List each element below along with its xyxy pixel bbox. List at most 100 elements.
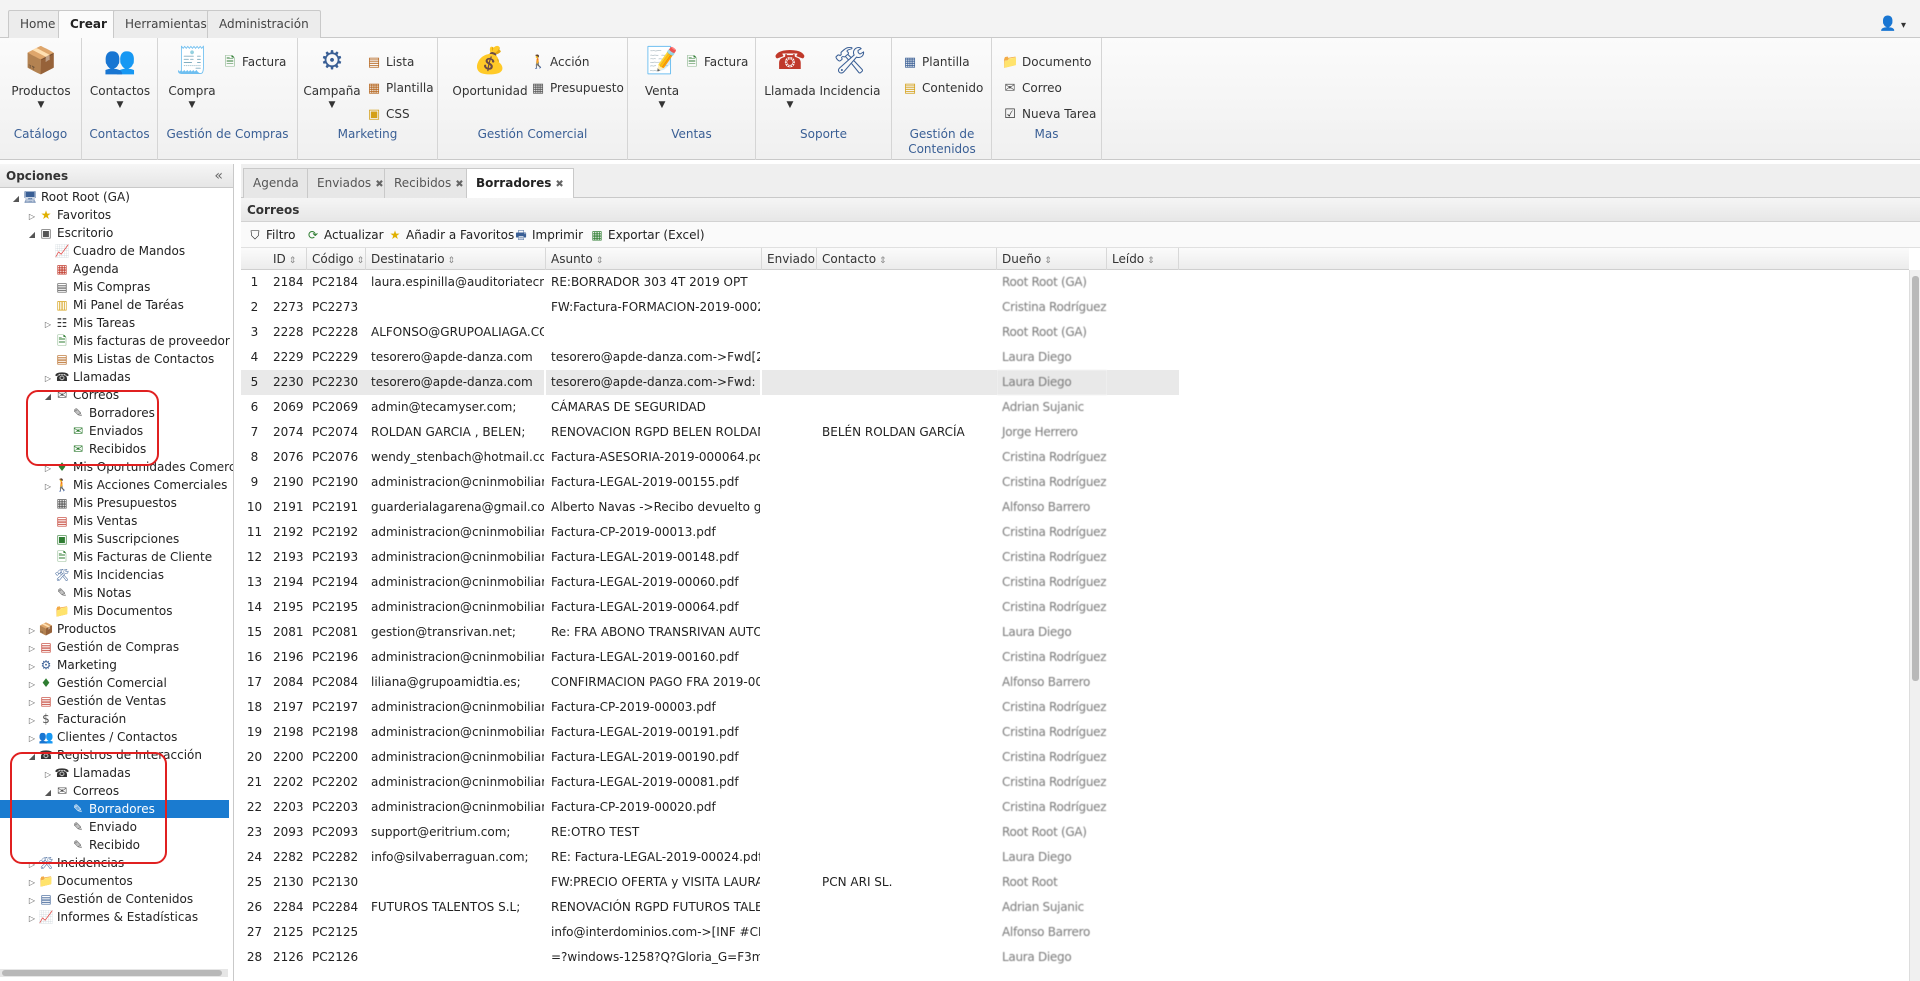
- tree-node[interactable]: ▷ ▤ Gestión de Ventas: [26, 692, 166, 710]
- contactos-button[interactable]: 👥 Contactos ▼: [88, 44, 152, 110]
- column-header-dueno[interactable]: Dueño ⇕: [997, 248, 1107, 270]
- tree-node[interactable]: ▷ 👥 Clientes / Contactos: [26, 728, 177, 746]
- table-row[interactable]: 8 2076 PC2076 wendy_stenbach@hotmail.com; Fa…: [241, 445, 1909, 470]
- table-row[interactable]: 15 2081 PC2081 gestion@transrivan.net; Re: F…: [241, 620, 1909, 645]
- incidencia-button[interactable]: 🛠 Incidencia: [818, 44, 882, 98]
- user-menu-button[interactable]: 👤 ▾: [1879, 16, 1906, 32]
- table-row[interactable]: 24 2282 PC2282 info@silvaberraguan.com; RE: …: [241, 845, 1909, 870]
- tree-node[interactable]: ▷ $ Facturación: [26, 710, 126, 728]
- ribbon-tab-crear[interactable]: Crear: [58, 10, 119, 39]
- horizontal-scrollbar[interactable]: [0, 969, 228, 977]
- tree-collapse-icon[interactable]: ◢: [10, 190, 22, 208]
- tab-borradores[interactable]: Borradores ✖: [466, 168, 574, 199]
- table-row[interactable]: 21 2202 PC2202 administracion@cninmobiliari…: [241, 770, 1909, 795]
- tree-node[interactable]: ✎ Borradores: [0, 800, 229, 818]
- llamada-button[interactable]: ☎ Llamada ▼: [758, 44, 822, 110]
- table-row[interactable]: 18 2197 PC2197 administracion@cninmobiliari…: [241, 695, 1909, 720]
- tree-node[interactable]: 🗎 Mis facturas de proveedor: [42, 332, 230, 350]
- tree-node[interactable]: ▷ ☎ Llamadas: [42, 368, 131, 386]
- tree-node[interactable]: ▤ Mis Listas de Contactos: [42, 350, 214, 368]
- add-favorites-button[interactable]: ★ Añadir a Favoritos: [387, 225, 515, 245]
- tree-node[interactable]: ▷ 🛠 Incidencias: [26, 854, 124, 872]
- correo-button[interactable]: ✉ Correo: [1002, 78, 1062, 98]
- table-row[interactable]: 2 2273 PC2273 FW:Factura-FORMACION-2019-000…: [241, 295, 1909, 320]
- table-row[interactable]: 22 2203 PC2203 administracion@cninmobiliari…: [241, 795, 1909, 820]
- lista-button[interactable]: ▤ Lista: [366, 52, 415, 72]
- tree-node[interactable]: ◢ ✉ Correos: [42, 386, 119, 404]
- close-tab-icon[interactable]: ✖: [455, 179, 463, 190]
- factura-compra-button[interactable]: 🗎 Factura: [222, 52, 287, 72]
- tree-node[interactable]: 🗎 Mis Facturas de Cliente: [42, 548, 212, 566]
- table-row[interactable]: 10 2191 PC2191 guarderialagarena@gmail.com;…: [241, 495, 1909, 520]
- table-row[interactable]: 23 2093 PC2093 support@eritrium.com; RE:OTRO…: [241, 820, 1909, 845]
- table-row[interactable]: 3 2228 PC2228 ALFONSO@GRUPOALIAGA.COM; Root …: [241, 320, 1909, 345]
- tree-node[interactable]: ▷ 📦 Productos: [26, 620, 116, 638]
- tree-node[interactable]: ▤ Mis Compras: [42, 278, 150, 296]
- tree-node[interactable]: ▦ Agenda: [42, 260, 118, 278]
- tree-node[interactable]: ◢ 🖥 Root Root (GA): [10, 188, 130, 206]
- oportunidad-button[interactable]: 💰 Oportunidad: [452, 44, 528, 98]
- contenido-button[interactable]: ▤ Contenido: [902, 78, 983, 98]
- table-row[interactable]: 20 2200 PC2200 administracion@cninmobiliari…: [241, 745, 1909, 770]
- tab-enviados[interactable]: Enviados ✖: [307, 168, 394, 198]
- tree-node[interactable]: ▷ ☷ Mis Tareas: [42, 314, 135, 332]
- tree-node[interactable]: ▷ 📁 Documentos: [26, 872, 133, 890]
- tree-node[interactable]: 📈 Cuadro de Mandos: [42, 242, 186, 260]
- tree-node[interactable]: ✉ Recibidos: [58, 440, 146, 458]
- scrollbar-thumb[interactable]: [2, 970, 222, 976]
- tree-node[interactable]: ▷ ★ Favoritos: [26, 206, 111, 224]
- table-row[interactable]: 14 2195 PC2195 administracion@cninmobiliari…: [241, 595, 1909, 620]
- tree-node[interactable]: ▦ Mis Presupuestos: [42, 494, 177, 512]
- table-row[interactable]: 7 2074 PC2074 ROLDAN GARCIA , BELEN; RENOVAC…: [241, 420, 1909, 445]
- productos-button[interactable]: 📦 Productos ▼: [9, 44, 73, 110]
- plantilla-contenido-button[interactable]: ▦ Plantilla: [902, 52, 970, 72]
- table-row[interactable]: 12 2193 PC2193 administracion@cninmobiliari…: [241, 545, 1909, 570]
- nueva-tarea-button[interactable]: ☑ Nueva Tarea: [1002, 104, 1096, 124]
- tree-collapse-icon[interactable]: ◢: [26, 226, 38, 244]
- refresh-button[interactable]: ⟳ Actualizar: [305, 225, 384, 245]
- tree-node[interactable]: ✎ Mis Notas: [42, 584, 131, 602]
- presupuesto-button[interactable]: ▦ Presupuesto: [530, 78, 624, 98]
- css-button[interactable]: ▣ CSS: [366, 104, 410, 124]
- vertical-scrollbar[interactable]: [1909, 270, 1920, 981]
- tree-node[interactable]: ✎ Borradores: [58, 404, 155, 422]
- tree-node[interactable]: ▥ Mi Panel de Taréas: [42, 296, 184, 314]
- print-button[interactable]: 🖶 Imprimir: [513, 225, 583, 245]
- column-header-enviado[interactable]: Enviado⇕: [762, 248, 817, 270]
- table-row[interactable]: 13 2194 PC2194 administracion@cninmobiliari…: [241, 570, 1909, 595]
- plantilla-marketing-button[interactable]: ▦ Plantilla: [366, 78, 434, 98]
- close-tab-icon[interactable]: ✖: [555, 179, 563, 190]
- tab-recibidos[interactable]: Recibidos ✖: [384, 168, 474, 198]
- tree-node[interactable]: ▷ ♦ Gestión Comercial: [26, 674, 167, 692]
- ribbon-tab-herramientas[interactable]: Herramientas: [113, 10, 219, 38]
- scrollbar-thumb[interactable]: [1912, 276, 1919, 681]
- tree-node[interactable]: 📁 Mis Documentos: [42, 602, 173, 620]
- tab-agenda[interactable]: Agenda: [243, 168, 309, 198]
- close-tab-icon[interactable]: ✖: [375, 179, 383, 190]
- export-excel-button[interactable]: ▦ Exportar (Excel): [589, 225, 704, 245]
- tree-node[interactable]: ◢ ✉ Correos: [42, 782, 119, 800]
- tree-node[interactable]: ▷ 📈 Informes & Estadísticas: [26, 908, 198, 926]
- campana-button[interactable]: ⚙ Campaña ▼: [300, 44, 364, 110]
- tree-node[interactable]: ▷ 🚶 Mis Acciones Comerciales: [42, 476, 227, 494]
- compra-button[interactable]: 🧾 Compra ▼: [160, 44, 224, 110]
- accion-button[interactable]: 🚶 Acción: [530, 52, 589, 72]
- table-row[interactable]: 19 2198 PC2198 administracion@cninmobiliari…: [241, 720, 1909, 745]
- collapse-panel-icon[interactable]: «: [214, 164, 223, 188]
- table-row[interactable]: 25 2130 PC2130 FW:PRECIO OFERTA y VISITA LA…: [241, 870, 1909, 895]
- table-row[interactable]: 5 2230 PC2230 tesorero@apde-danza.com tesore…: [241, 370, 1909, 395]
- column-header-destinatario[interactable]: Destinatario ⇕: [366, 248, 546, 270]
- table-row[interactable]: 16 2196 PC2196 administracion@cninmobiliari…: [241, 645, 1909, 670]
- column-header-contacto[interactable]: Contacto ⇕: [817, 248, 997, 270]
- tree-node[interactable]: ▷ ▤ Gestión de Contenidos: [26, 890, 193, 908]
- tree-collapse-icon[interactable]: ◢: [26, 748, 38, 766]
- tree-node[interactable]: ◢ ▣ Escritorio: [26, 224, 113, 242]
- table-row[interactable]: 27 2125 PC2125 info@interdominios.com->[INF…: [241, 920, 1909, 945]
- table-row[interactable]: 4 2229 PC2229 tesorero@apde-danza.com tesore…: [241, 345, 1909, 370]
- tree-node[interactable]: ▷♦Mis Oportunidades Comerciales: [42, 458, 233, 476]
- tree-node[interactable]: ▷ ⚙ Marketing: [26, 656, 117, 674]
- tree-expand-icon[interactable]: ▷: [26, 910, 38, 928]
- tree-node[interactable]: ▷ ☎ Llamadas: [42, 764, 131, 782]
- column-header-leido[interactable]: Leído ⇕: [1107, 248, 1179, 270]
- table-row[interactable]: 6 2069 PC2069 admin@tecamyser.com; CÁMARAS D…: [241, 395, 1909, 420]
